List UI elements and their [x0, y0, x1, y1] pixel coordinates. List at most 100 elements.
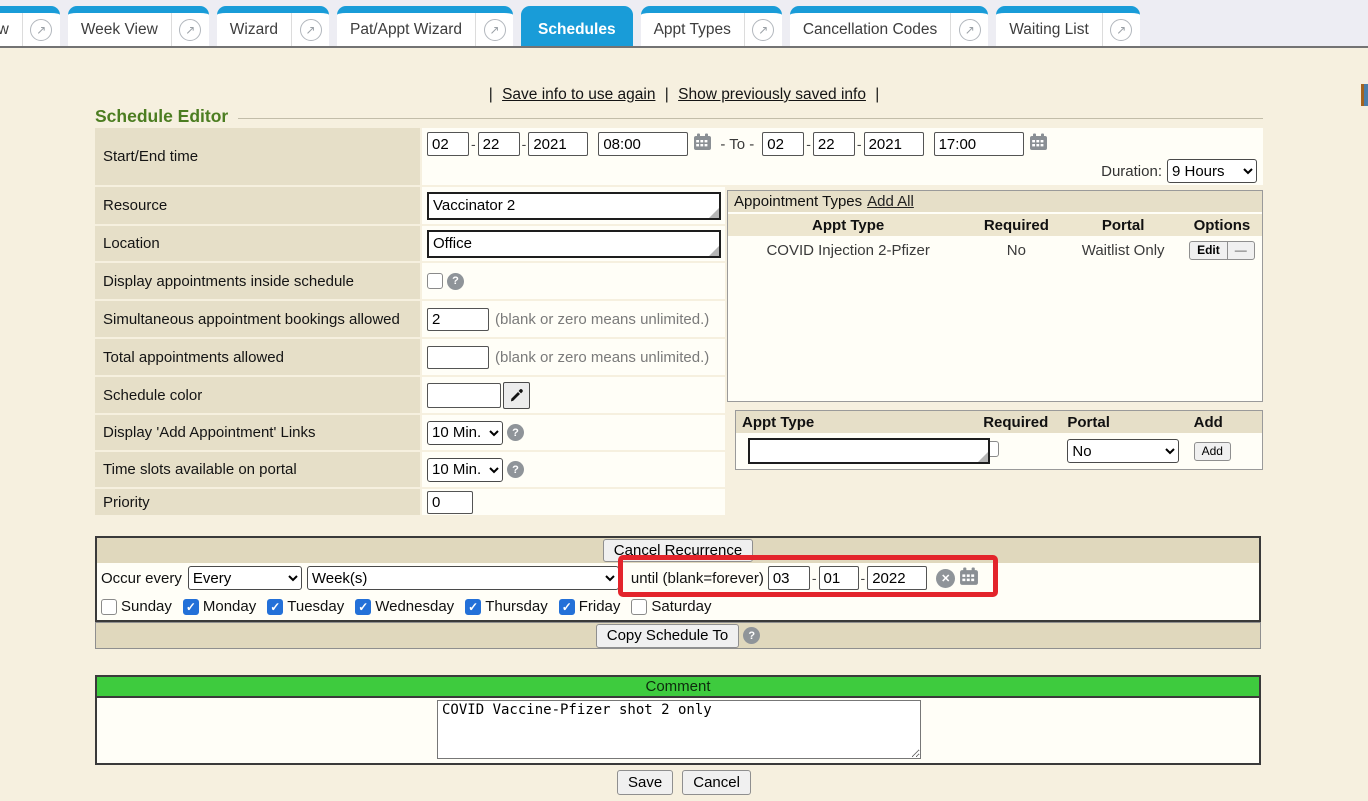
schedule-color-input[interactable]: [427, 383, 501, 408]
location-combo: [427, 230, 721, 258]
end-day-input[interactable]: [813, 132, 855, 156]
add-appt-type-header-row: Appt Type Required Portal Add: [736, 411, 1262, 433]
tab-open-new-window-button[interactable]: ↗: [744, 13, 782, 46]
comment-textarea[interactable]: COVID Vaccine-Pfizer shot 2 only: [437, 700, 921, 759]
until-month-input[interactable]: [768, 566, 810, 590]
monday-checkbox[interactable]: [183, 599, 199, 615]
schedule-color-label: Schedule color: [95, 377, 420, 413]
external-link-icon: ↗: [30, 19, 52, 41]
start-day-input[interactable]: [478, 132, 520, 156]
tab-label: Wizard: [217, 13, 291, 46]
portal-cell: Waitlist Only: [1064, 242, 1181, 259]
until-year-input[interactable]: [867, 566, 927, 590]
friday-checkbox[interactable]: [559, 599, 575, 615]
start-year-input[interactable]: [528, 132, 588, 156]
remove-appt-type-button[interactable]: —: [1227, 241, 1255, 260]
add-appointment-links-row: Display 'Add Appointment' Links 10 Min. …: [95, 415, 725, 450]
time-slots-row: Time slots available on portal 10 Min. ?: [95, 452, 725, 487]
appointment-types-panel: Appointment Types Add All Appt Type Requ…: [727, 190, 1263, 470]
appt-type-cell: COVID Injection 2-Pfizer: [728, 242, 968, 259]
appointment-types-box: Appointment Types Add All Appt Type Requ…: [727, 190, 1263, 402]
help-icon[interactable]: ?: [507, 461, 524, 478]
recurrence-unit-select[interactable]: Week(s): [307, 566, 619, 590]
priority-input[interactable]: [427, 491, 473, 514]
day-label: Thursday: [485, 598, 548, 615]
tab-open-new-window-button[interactable]: ↗: [22, 13, 60, 46]
total-appointments-input[interactable]: [427, 346, 489, 369]
tab-open-new-window-button[interactable]: ↗: [475, 13, 513, 46]
duration-select[interactable]: 9 Hours: [1167, 159, 1257, 183]
occur-every-label: Occur every: [101, 570, 182, 587]
end-time-input[interactable]: [934, 132, 1024, 156]
appointment-types-header-row: Appt Type Required Portal Options: [728, 214, 1262, 236]
help-icon[interactable]: ?: [743, 627, 760, 644]
external-link-icon: ↗: [179, 19, 201, 41]
tab-schedules-active[interactable]: Schedules: [521, 6, 633, 46]
help-icon[interactable]: ?: [447, 273, 464, 290]
location-row: Location: [95, 226, 725, 261]
tuesday-checkbox[interactable]: [267, 599, 283, 615]
tab-day-view-partial[interactable]: ew ↗: [0, 6, 60, 46]
until-day-input[interactable]: [819, 566, 859, 590]
edit-appt-type-button[interactable]: Edit: [1189, 241, 1228, 260]
start-month-input[interactable]: [427, 132, 469, 156]
tab-open-new-window-button[interactable]: ↗: [171, 13, 209, 46]
comment-section: Comment COVID Vaccine-Pfizer shot 2 only: [95, 675, 1261, 765]
calendar-icon[interactable]: [1029, 133, 1048, 155]
resize-grip-icon[interactable]: [978, 452, 988, 462]
schedule-editor-legend: Schedule Editor: [95, 106, 1263, 127]
wednesday-checkbox[interactable]: [355, 599, 371, 615]
resize-grip-icon[interactable]: [709, 246, 719, 256]
tab-label: Schedules: [521, 13, 633, 46]
top-tab-bar: ew ↗ Week View ↗ Wizard ↗ Pat/Appt Wizar…: [0, 0, 1368, 48]
add-appointment-type-box: Appt Type Required Portal Add No Add: [735, 410, 1263, 470]
end-month-input[interactable]: [762, 132, 804, 156]
end-year-input[interactable]: [864, 132, 924, 156]
save-info-link[interactable]: Save info to use again: [502, 86, 655, 103]
total-appointments-label: Total appointments allowed: [95, 339, 420, 375]
simultaneous-bookings-input[interactable]: [427, 308, 489, 331]
to-label: - To -: [720, 136, 754, 153]
tab-open-new-window-button[interactable]: ↗: [291, 13, 329, 46]
location-label: Location: [95, 226, 420, 261]
tab-pat-appt-wizard[interactable]: Pat/Appt Wizard ↗: [337, 6, 513, 46]
saturday-checkbox[interactable]: [631, 599, 647, 615]
sunday-checkbox[interactable]: [101, 599, 117, 615]
copy-schedule-to-button[interactable]: Copy Schedule To: [596, 624, 739, 648]
eyedropper-button[interactable]: [503, 382, 530, 409]
tab-appt-types[interactable]: Appt Types ↗: [641, 6, 782, 46]
start-end-label: Start/End time: [95, 128, 420, 185]
tab-week-view[interactable]: Week View ↗: [68, 6, 209, 46]
resize-grip-icon[interactable]: [709, 208, 719, 218]
total-appointments-row: Total appointments allowed (blank or zer…: [95, 339, 725, 375]
thursday-checkbox[interactable]: [465, 599, 481, 615]
recurrence-header-bar: Cancel Recurrence: [97, 538, 1259, 563]
add-appt-type-button[interactable]: Add: [1194, 442, 1231, 461]
tab-open-new-window-button[interactable]: ↗: [1102, 13, 1140, 46]
calendar-icon[interactable]: [693, 133, 712, 155]
display-appointments-checkbox[interactable]: [427, 273, 443, 289]
tab-wizard[interactable]: Wizard ↗: [217, 6, 329, 46]
clear-date-icon[interactable]: ✕: [936, 569, 955, 588]
tab-waiting-list[interactable]: Waiting List ↗: [996, 6, 1140, 46]
recurrence-every-select[interactable]: Every: [188, 566, 302, 590]
time-slots-select[interactable]: 10 Min.: [427, 458, 503, 482]
portal-select[interactable]: No: [1067, 439, 1179, 463]
calendar-icon[interactable]: [959, 567, 979, 590]
start-time-input[interactable]: [598, 132, 688, 156]
unlimited-hint: (blank or zero means unlimited.): [495, 349, 709, 366]
tab-cancellation-codes[interactable]: Cancellation Codes ↗: [790, 6, 988, 46]
help-icon[interactable]: ?: [507, 424, 524, 441]
priority-label: Priority: [95, 489, 420, 515]
cancel-recurrence-button[interactable]: Cancel Recurrence: [603, 539, 753, 562]
tab-open-new-window-button[interactable]: ↗: [950, 13, 988, 46]
show-saved-info-link[interactable]: Show previously saved info: [678, 86, 866, 103]
appt-type-input[interactable]: [750, 440, 988, 462]
resource-input[interactable]: [429, 194, 719, 218]
cancel-button[interactable]: Cancel: [682, 770, 751, 795]
add-appointment-links-select[interactable]: 10 Min.: [427, 421, 503, 445]
add-all-link[interactable]: Add All: [867, 193, 914, 210]
date-dash: -: [522, 136, 527, 152]
save-button[interactable]: Save: [617, 770, 673, 795]
location-input[interactable]: [429, 232, 719, 256]
